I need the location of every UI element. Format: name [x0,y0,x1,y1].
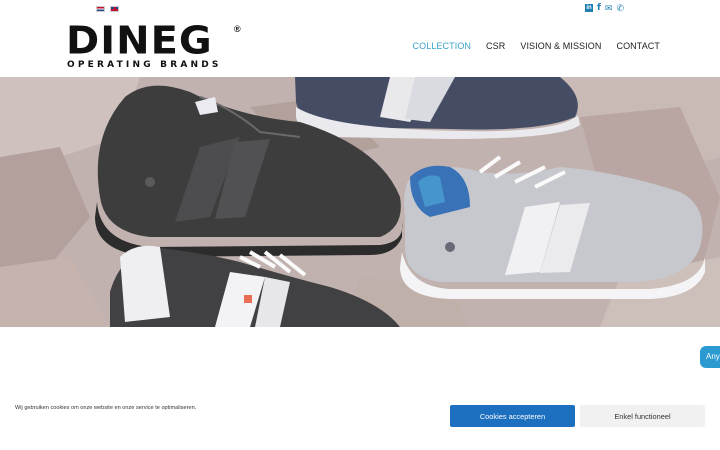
nav-vision-mission[interactable]: VISION & MISSION [520,41,601,51]
site-logo[interactable]: DINEG ® OPERATING BRANDS [66,22,246,72]
facebook-icon[interactable]: f [597,3,601,13]
phone-icon[interactable]: ✆ [616,3,624,13]
cookie-notice-text: Wij gebruiken cookies om onze website en… [15,405,197,411]
nav-collection[interactable]: COLLECTION [413,41,472,51]
dutch-flag-icon[interactable] [96,6,105,12]
email-icon[interactable]: ✉ [605,3,613,13]
hero-image [0,77,720,327]
english-flag-icon[interactable] [110,6,119,12]
nav-contact[interactable]: CONTACT [616,41,660,51]
accept-cookies-button[interactable]: Cookies accepteren [450,405,575,427]
social-links: in f ✉ ✆ [585,3,624,13]
logo-wordmark: DINEG [66,19,213,63]
functional-only-button[interactable]: Enkel functioneel [580,405,705,427]
logo-registered-mark: ® [234,24,241,34]
content-area [0,327,720,450]
side-help-button[interactable]: Any [700,346,720,368]
main-navigation: COLLECTION CSR VISION & MISSION CONTACT [413,41,660,51]
hero-shoes-illustration [0,77,720,327]
logo-tagline: OPERATING BRANDS [67,60,222,70]
linkedin-icon[interactable]: in [585,4,593,12]
site-header: in f ✉ ✆ DINEG ® OPERATING BRANDS COLLEC… [0,0,720,77]
language-switcher [96,6,119,12]
nav-csr[interactable]: CSR [486,41,505,51]
